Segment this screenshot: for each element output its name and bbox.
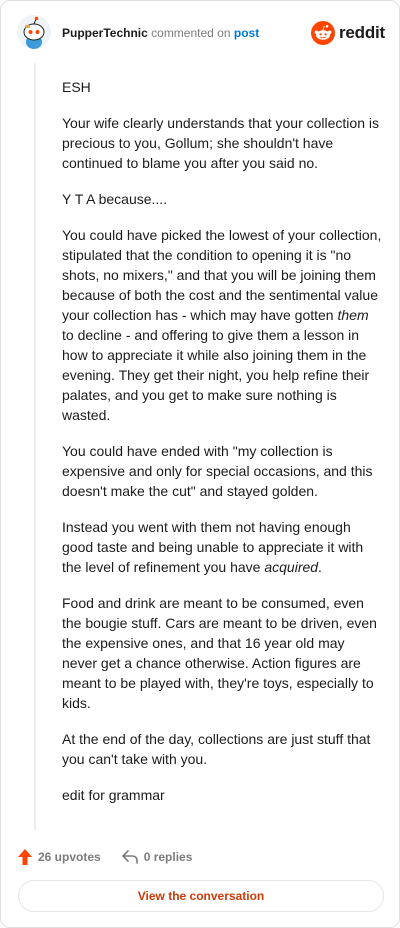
emphasis-text: them <box>337 307 369 323</box>
reddit-brand[interactable]: reddit <box>310 21 385 45</box>
comment-card: PupperTechnic commented on post reddit E… <box>0 0 400 928</box>
comment-paragraph: Instead you went with them not having en… <box>62 517 382 577</box>
reply-arrow-icon <box>121 850 138 864</box>
comment-paragraph: Your wife clearly understands that your … <box>62 115 379 171</box>
comment-paragraph: You could have picked the lowest of your… <box>62 225 382 425</box>
comment-paragraph: ESH <box>62 79 91 95</box>
comment-meta: PupperTechnic commented on post <box>62 26 259 40</box>
comment-paragraph: Food and drink are meant to be consumed,… <box>62 595 377 711</box>
reddit-wordmark: reddit <box>338 23 385 42</box>
comment-paragraph: Y T A because.... <box>62 191 168 207</box>
comment-paragraph: At the end of the day, collections are j… <box>62 731 371 767</box>
upvote-button[interactable]: 26 upvotes <box>17 848 101 866</box>
comment-paragraph: edit for grammar <box>62 787 165 803</box>
commented-on-text: commented on <box>151 26 231 40</box>
reply-count: 0 replies <box>143 850 193 864</box>
view-conversation-button[interactable]: View the conversation <box>18 880 384 912</box>
reddit-logo-icon <box>310 21 335 45</box>
upvote-count: 26 upvotes <box>38 850 101 864</box>
comment-paragraph: You could have ended with "my collection… <box>62 443 373 499</box>
comment-header: PupperTechnic commented on post reddit <box>17 15 385 51</box>
thread-line[interactable] <box>34 63 36 831</box>
username-link[interactable]: PupperTechnic <box>62 26 148 40</box>
emphasis-text: acquired <box>264 559 319 575</box>
paragraph-text: to decline - and offering to give them a… <box>62 327 370 423</box>
paragraph-text: . <box>318 559 322 575</box>
paragraph-text: You could have picked the lowest of your… <box>62 227 382 323</box>
upvote-arrow-icon <box>18 849 32 865</box>
comment-actions: 26 upvotes 0 replies <box>17 847 192 867</box>
snoo-avatar-icon[interactable] <box>17 15 51 49</box>
comment-body: ESH Your wife clearly understands that y… <box>62 77 382 821</box>
reply-button[interactable]: 0 replies <box>121 849 193 865</box>
post-link[interactable]: post <box>234 26 259 40</box>
